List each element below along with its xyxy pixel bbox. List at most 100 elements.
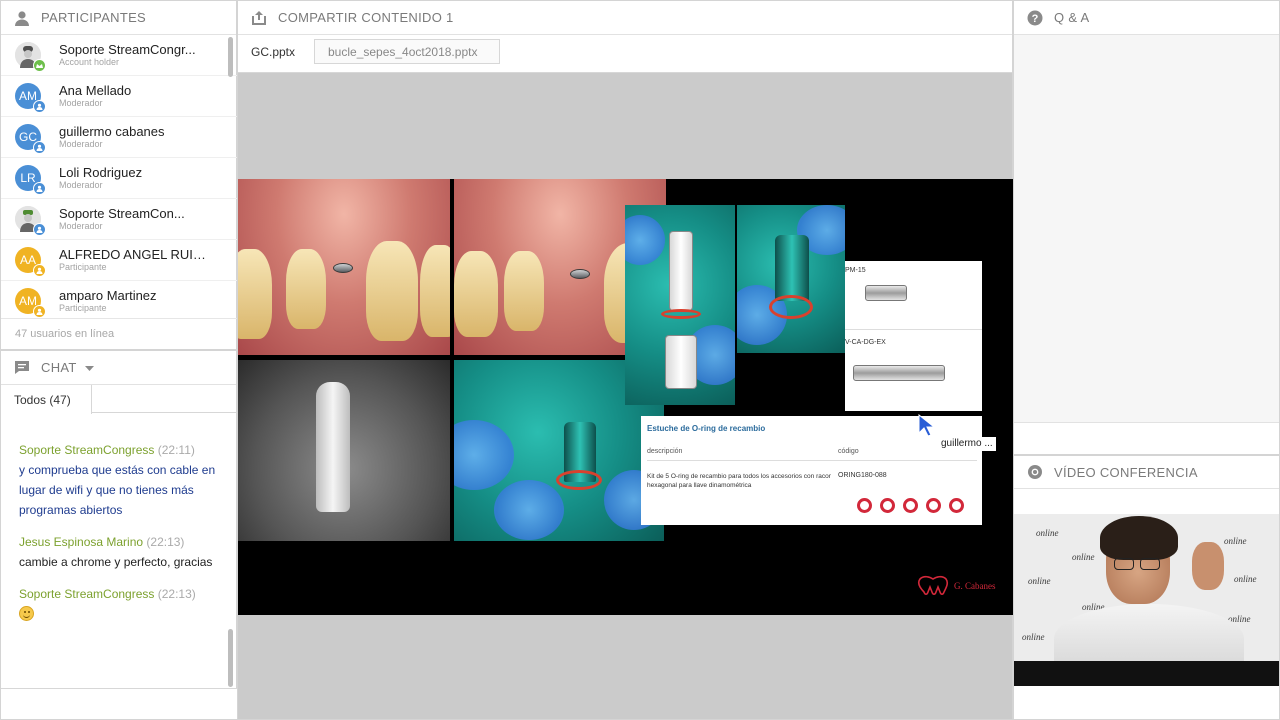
message-time: (22:13) — [146, 535, 185, 549]
oring-icon — [926, 498, 941, 513]
participants-title: PARTICIPANTES — [41, 10, 147, 25]
qa-input[interactable] — [1014, 422, 1279, 454]
speaker-body — [1054, 604, 1244, 661]
moderator-badge-icon — [33, 141, 46, 154]
clinical-photo — [737, 205, 845, 353]
share-upload-icon — [250, 9, 268, 27]
message-text: y comprueba que estás con cable en lugar… — [19, 463, 216, 517]
video-conference-panel: VÍDEO CONFERENCIA online online online o… — [1013, 455, 1280, 720]
chat-message: Soporte StreamCongress (22:11) y comprue… — [19, 440, 229, 520]
participant-role: Moderador — [59, 180, 103, 190]
participant-role: Account holder — [59, 57, 120, 67]
participant-row[interactable]: GC guillermo cabanes Moderador — [1, 117, 237, 158]
message-author: Soporte StreamCongress — [19, 587, 155, 601]
video-feed[interactable]: online online online online online onlin… — [1014, 514, 1279, 661]
table-header: descripción código — [647, 445, 977, 461]
participant-role: Moderador — [59, 139, 103, 149]
avatar — [15, 206, 46, 236]
participants-panel: PARTICIPANTES Soporte StreamCongr... Acc… — [0, 0, 237, 350]
chat-input[interactable] — [1, 688, 237, 719]
participant-name: ALFREDO ANGEL RUIZ... — [59, 247, 211, 262]
chat-message: Jesus Espinosa Marino (22:13) cambie a c… — [19, 532, 229, 572]
wrench-part-icon — [865, 285, 907, 301]
tab-bucle-sepes-pptx[interactable]: bucle_sepes_4oct2018.pptx — [314, 39, 500, 64]
avatar: AM — [15, 288, 46, 317]
participant-row[interactable]: Soporte StreamCon... Moderador — [1, 199, 237, 240]
participant-name: Ana Mellado — [59, 83, 132, 98]
avatar: GC — [15, 124, 46, 154]
message-author: Jesus Espinosa Marino — [19, 535, 144, 549]
participant-row[interactable]: Soporte StreamCongr... Account holder — [1, 35, 237, 76]
share-content-panel: COMPARTIR CONTENIDO 1 GC.pptx bucle_sepe… — [237, 0, 1014, 720]
oring-set — [857, 498, 964, 513]
chat-message: Soporte StreamCongress (22:13) — [19, 584, 229, 626]
clinical-photo — [238, 179, 450, 355]
participant-role: Moderador — [59, 221, 103, 231]
participants-header: PARTICIPANTES — [1, 1, 236, 35]
qa-list — [1014, 35, 1279, 423]
participant-row[interactable]: AA ALFREDO ANGEL RUIZ... Participante — [1, 240, 237, 281]
participant-role: Participante — [59, 262, 107, 272]
moderator-badge-icon — [33, 182, 46, 195]
participant-row[interactable]: LR Loli Rodriguez Moderador — [1, 158, 237, 199]
chat-scrollbar[interactable] — [228, 629, 233, 687]
qa-panel: ? Q & A — [1013, 0, 1280, 455]
smiley-emoji-icon — [19, 606, 34, 621]
chat-messages: Soporte StreamCongress (22:11) y comprue… — [1, 414, 229, 689]
avatar: AA — [15, 247, 46, 277]
participants-scrollbar[interactable] — [228, 37, 233, 77]
online-count: 47 usuarios en línea — [1, 318, 237, 349]
camera-icon — [1026, 463, 1044, 481]
participant-name: Soporte StreamCongr... — [59, 42, 196, 57]
speaker-hand — [1192, 542, 1224, 590]
presentation-slide: PM-15 V-CA-DG-EX Estuche de O-ring de re… — [238, 179, 1014, 615]
moderator-badge-icon — [33, 223, 46, 236]
participant-list: Soporte StreamCongr... Account holder AM… — [1, 35, 237, 317]
speaker-glasses — [1114, 558, 1162, 570]
participant-name: amparo Martinez — [59, 288, 157, 303]
chat-panel: CHAT Todos (47) Soporte StreamCongress (… — [0, 350, 237, 720]
column-code: código — [838, 448, 859, 455]
oring-icon — [903, 498, 918, 513]
qa-title: Q & A — [1054, 10, 1090, 25]
message-time: (22:13) — [157, 587, 196, 601]
xray-image — [238, 360, 450, 541]
share-header: COMPARTIR CONTENIDO 1 — [238, 1, 1012, 35]
chat-header[interactable]: CHAT — [1, 351, 236, 385]
account-holder-badge-icon — [33, 59, 46, 72]
moderator-badge-icon — [33, 100, 46, 113]
participant-name: guillermo cabanes — [59, 124, 165, 139]
chevron-down-icon[interactable] — [84, 359, 94, 377]
document-tabs: GC.pptx bucle_sepes_4oct2018.pptx — [238, 35, 1012, 73]
participant-badge-icon — [33, 305, 46, 317]
chat-tab-all[interactable]: Todos (47) — [1, 385, 92, 414]
avatar: AM — [15, 83, 46, 113]
message-author: Soporte StreamCongress — [19, 443, 155, 457]
participant-row[interactable]: AM Ana Mellado Moderador — [1, 76, 237, 117]
participant-badge-icon — [33, 264, 46, 277]
catalog-label: V-CA-DG-EX — [845, 339, 886, 346]
tab-gc-pptx[interactable]: GC.pptx — [238, 39, 308, 64]
avatar — [15, 42, 46, 72]
video-control-bar[interactable] — [1014, 661, 1279, 686]
message-text: cambie a chrome y perfecto, gracias — [19, 555, 213, 569]
video-title: VÍDEO CONFERENCIA — [1054, 464, 1198, 480]
oring-icon — [949, 498, 964, 513]
wrench-part-icon — [853, 365, 945, 381]
speaker-hair — [1100, 516, 1178, 560]
avatar: LR — [15, 165, 46, 195]
qa-header: ? Q & A — [1014, 1, 1279, 35]
chat-icon — [13, 359, 31, 377]
brand-logo: G. Cabanes — [916, 575, 996, 597]
svg-text:?: ? — [1032, 13, 1039, 25]
column-description: descripción — [647, 448, 683, 455]
participant-name: Loli Rodriguez — [59, 165, 143, 180]
table-description: Kit de 5 O-ring de recambio para todos l… — [647, 473, 831, 489]
table-title: Estuche de O-ring de recambio — [647, 424, 766, 433]
participant-row[interactable]: AM amparo Martinez Participante — [1, 281, 237, 317]
participant-role: Participante — [59, 303, 107, 313]
remote-cursor-label: guillermo ... — [938, 437, 996, 451]
webinar-app: PARTICIPANTES Soporte StreamCongr... Acc… — [0, 0, 1280, 720]
user-icon — [13, 9, 31, 27]
oring-icon — [880, 498, 895, 513]
